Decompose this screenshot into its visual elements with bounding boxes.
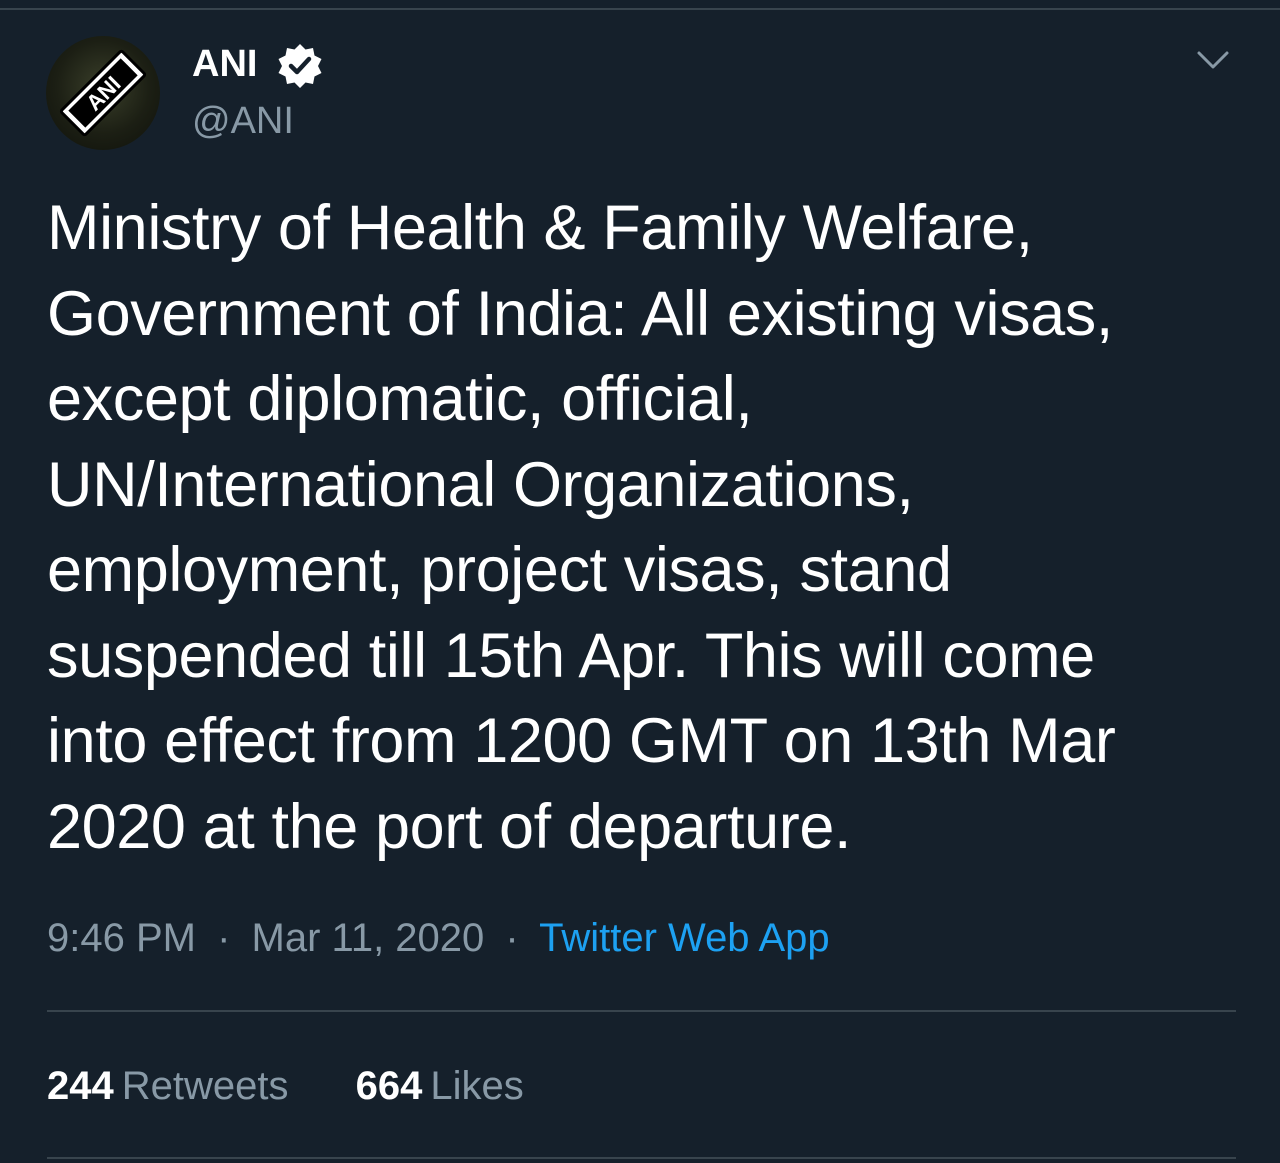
tweet-metadata: 9:46 PM · Mar 11, 2020 · Twitter Web App <box>47 910 830 966</box>
tweet-text-line: UN/International Organizations, <box>47 449 914 520</box>
tweet-text-line: into effect from 1200 GMT on 13th Mar <box>47 706 1116 776</box>
retweets-count: 244 <box>47 1064 114 1108</box>
tweet-text-line: Government of India: All existing visas, <box>47 278 1114 349</box>
tweet-source-link[interactable]: Twitter Web App <box>539 916 830 960</box>
likes-stat[interactable]: 664 Likes <box>356 1060 524 1112</box>
author-display-name[interactable]: ANI <box>192 42 257 86</box>
likes-label: Likes <box>430 1064 524 1108</box>
chevron-down-icon[interactable] <box>1196 44 1230 74</box>
author-handle[interactable]: @ANI <box>192 98 294 144</box>
retweets-label: Retweets <box>121 1064 289 1108</box>
verified-badge-icon <box>276 42 324 88</box>
tweet-text-line: employment, project visas, stand <box>47 535 952 605</box>
likes-count: 664 <box>355 1064 423 1108</box>
tweet-card: ANI ANI @ANI Ministry of Health & Family… <box>0 0 1280 1163</box>
ani-logo-icon: ANI <box>59 49 147 137</box>
engagement-stats: 244 Retweets 664 Likes <box>47 1060 524 1112</box>
tweet-text-line: except diplomatic, official, <box>47 364 753 434</box>
tweet-text-line: Ministry of Health & Family Welfare, <box>47 193 1033 263</box>
tweet-text-line: 2020 at the port of departure. <box>47 791 852 862</box>
stats-divider-top <box>47 1010 1236 1012</box>
tweet-time[interactable]: 9:46 PM <box>47 916 196 960</box>
tweet-text-line: suspended till 15th Apr. This will come <box>47 620 1095 691</box>
retweets-stat[interactable]: 244 Retweets <box>47 1060 289 1112</box>
separator-dot: · <box>505 916 519 960</box>
tweet-text: Ministry of Health & Family Welfare, Gov… <box>47 186 1247 870</box>
separator-dot: · <box>217 916 231 960</box>
avatar[interactable]: ANI <box>46 36 160 150</box>
tweet-date[interactable]: Mar 11, 2020 <box>252 916 485 960</box>
stats-divider-bottom <box>47 1157 1236 1159</box>
